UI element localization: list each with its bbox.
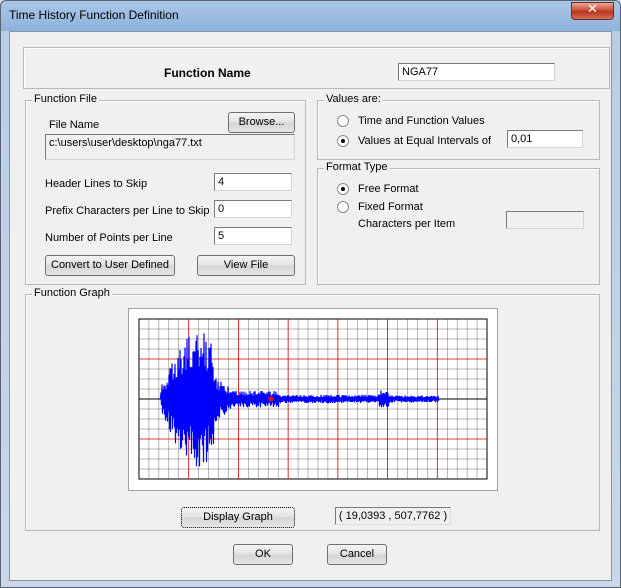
dialog-window: Time History Function Definition ✕ Funct… (0, 0, 621, 588)
radio-time-function[interactable] (337, 115, 349, 127)
file-name-label: File Name (49, 119, 100, 131)
coordinate-readout: ( 19,0393 , 507,7762 ) (335, 507, 451, 525)
display-graph-button[interactable]: Display Graph (181, 507, 295, 528)
view-file-button[interactable]: View File (197, 255, 295, 276)
function-graph-plot[interactable] (129, 309, 497, 490)
cursor-marker (268, 396, 274, 402)
radio-free-format[interactable] (337, 183, 349, 195)
chars-per-item-label: Characters per Item (358, 218, 456, 230)
convert-button[interactable]: Convert to User Defined (45, 255, 175, 276)
function-name-group: Function Name (23, 47, 610, 89)
format-type-legend: Format Type (324, 161, 390, 173)
function-name-label: Function Name (164, 66, 251, 80)
title-bar[interactable]: Time History Function Definition ✕ (1, 1, 620, 31)
interval-input[interactable] (507, 130, 583, 148)
radio-equal-intervals[interactable] (337, 135, 349, 147)
prefix-chars-input[interactable] (214, 200, 292, 218)
values-are-group: Values are: Time and Function Values Val… (317, 93, 600, 160)
header-lines-input[interactable] (214, 173, 292, 191)
browse-button[interactable]: Browse... (228, 112, 295, 133)
fixed-format-label: Fixed Format (358, 201, 423, 213)
function-file-group: Function File File Name Browse... c:\use… (25, 93, 306, 285)
close-icon: ✕ (587, 2, 598, 17)
points-per-line-label: Number of Points per Line (45, 232, 173, 244)
free-format-label: Free Format (358, 183, 419, 195)
chars-per-item-input (506, 211, 584, 229)
cancel-button[interactable]: Cancel (327, 544, 387, 565)
window-title: Time History Function Definition (9, 8, 179, 22)
function-name-input[interactable] (398, 63, 555, 81)
file-path-field: c:\users\user\desktop\nga77.txt (45, 134, 295, 160)
radio-fixed-format[interactable] (337, 201, 349, 213)
ok-button[interactable]: OK (233, 544, 293, 565)
function-graph-legend: Function Graph (32, 287, 112, 299)
points-per-line-input[interactable] (214, 227, 292, 245)
dialog-client: Function Name Function File File Name Br… (9, 31, 612, 581)
time-function-label: Time and Function Values (358, 115, 485, 127)
equal-intervals-label: Values at Equal Intervals of (358, 135, 492, 147)
prefix-chars-label: Prefix Characters per Line to Skip (45, 205, 210, 217)
function-file-legend: Function File (32, 93, 99, 105)
close-button[interactable]: ✕ (571, 2, 614, 20)
format-type-group: Format Type Free Format Fixed Format Cha… (317, 161, 600, 285)
values-are-legend: Values are: (324, 93, 383, 105)
header-lines-label: Header Lines to Skip (45, 178, 148, 190)
graph-panel[interactable] (128, 308, 498, 491)
